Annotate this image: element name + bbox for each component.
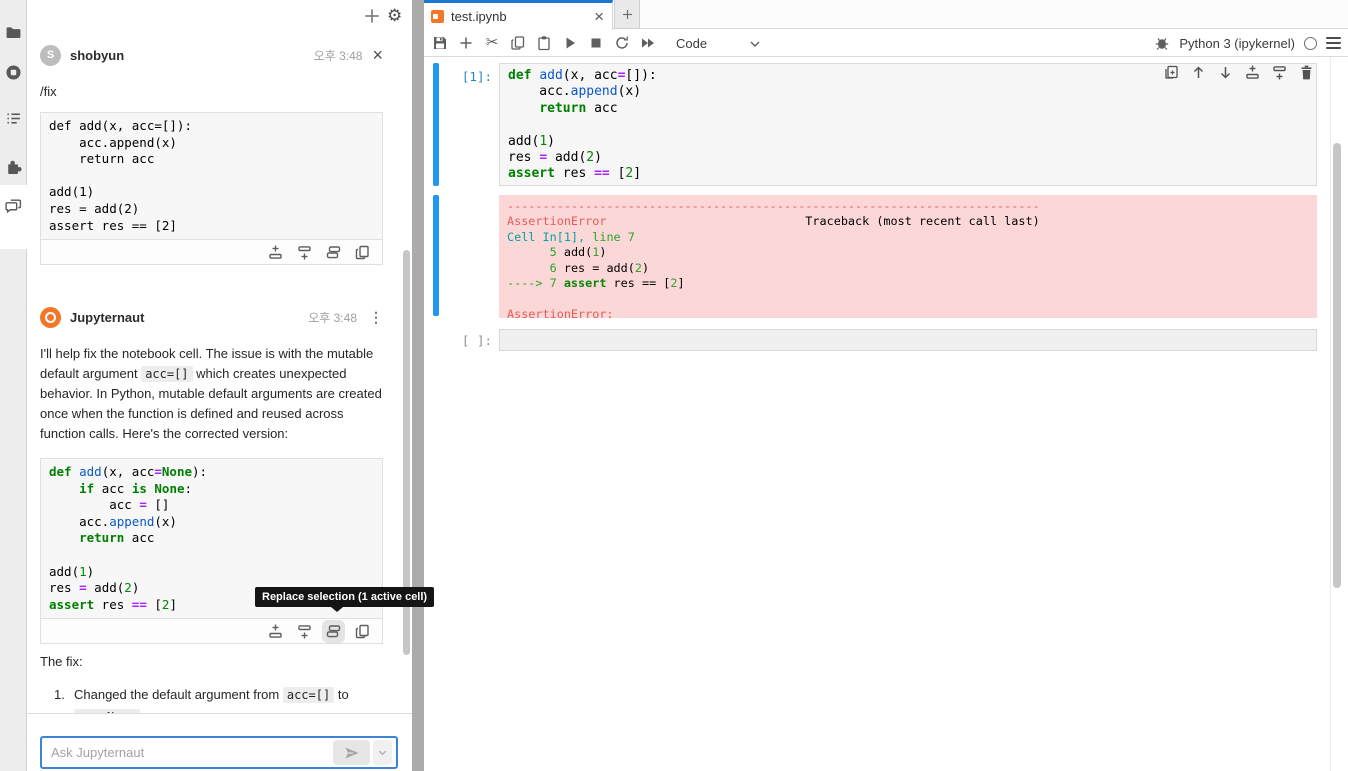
move-down-icon[interactable] [1217, 64, 1234, 81]
send-options-chevron-icon[interactable] [373, 740, 392, 765]
move-up-icon[interactable] [1190, 64, 1207, 81]
send-button[interactable] [333, 740, 370, 765]
list-item-text: Changed the default argument from acc=[]… [74, 684, 383, 713]
tab-title: test.ipynb [451, 9, 507, 24]
message-time: 오후 3:48 [314, 47, 363, 64]
chat-input-box [40, 736, 398, 769]
stop-kernel-icon[interactable] [588, 35, 604, 51]
scrollbar-track-edge [1330, 57, 1331, 771]
save-icon[interactable] [432, 35, 448, 51]
insert-below-icon[interactable] [296, 244, 313, 261]
empty-prompt: [ ]: [424, 333, 492, 348]
kernel-controls: Python 3 (ipykernel) [1154, 35, 1348, 51]
run-cell-icon[interactable] [562, 35, 578, 51]
copy-cells-icon[interactable] [510, 35, 526, 51]
copy-icon[interactable] [354, 244, 371, 261]
extension-manager-icon[interactable] [5, 158, 22, 175]
fix-list-item: 1. Changed the default argument from acc… [54, 684, 383, 713]
activity-sidebar [0, 0, 27, 771]
cell-type-chevron-icon[interactable] [749, 37, 761, 49]
notebook-file-icon [431, 10, 444, 23]
insert-above-icon[interactable] [267, 623, 284, 640]
close-icon[interactable]: × [372, 48, 383, 62]
delete-cell-icon[interactable] [1298, 64, 1315, 81]
insert-cell-icon[interactable] [458, 35, 474, 51]
list-marker: 1. [54, 684, 74, 713]
running-kernels-icon[interactable] [5, 64, 22, 81]
code-content: def add(x, acc=[]): acc.append(x) return… [41, 113, 382, 239]
sidebar-active-segment [0, 185, 27, 249]
kernel-status-icon[interactable] [1304, 37, 1317, 50]
insert-above-icon[interactable] [1244, 64, 1261, 81]
chat-input-area [28, 713, 412, 771]
replace-selection-icon[interactable] [325, 623, 342, 640]
cell-hover-toolbar [1163, 64, 1315, 81]
kebab-menu-icon[interactable]: ⋮ [369, 309, 383, 326]
insert-above-icon[interactable] [267, 244, 284, 261]
notebook-scrollbar[interactable] [1333, 143, 1341, 588]
assistant-code-block: def add(x, acc=None): if acc is None: ac… [40, 458, 383, 644]
user-message-header: S shobyun 오후 3:48 × [40, 44, 383, 66]
assistant-intro-text: I'll help fix the notebook cell. The iss… [40, 344, 383, 444]
hamburger-menu-icon[interactable] [1326, 37, 1341, 49]
copy-icon[interactable] [354, 623, 371, 640]
duplicate-cell-icon[interactable] [1163, 64, 1180, 81]
assistant-message-header: Jupyternaut 오후 3:48 ⋮ [40, 306, 383, 328]
tab-bar: test.ipynb × [424, 0, 1348, 29]
notebook-panel: test.ipynb × ✂ Code [424, 0, 1348, 771]
code-cell-input[interactable]: def add(x, acc=[]): acc.append(x) return… [499, 63, 1317, 186]
author-name: Jupyternaut [70, 310, 144, 325]
restart-run-all-icon[interactable] [640, 35, 656, 51]
jupyternaut-chat-panel: ⚙ S shobyun 오후 3:48 × /fix def add(x, ac… [28, 0, 412, 771]
error-output: ----------------------------------------… [499, 195, 1317, 318]
cell-type-select[interactable]: Code [676, 36, 707, 51]
user-code-block: def add(x, acc=[]): acc.append(x) return… [40, 112, 383, 265]
code-block-toolbar [41, 618, 382, 643]
restart-kernel-icon[interactable] [614, 35, 630, 51]
new-tab-button[interactable] [614, 0, 640, 29]
notebook-toolbar: ✂ Code Python 3 (ipyker [424, 30, 1348, 57]
message-time: 오후 3:48 [308, 309, 357, 326]
jupyternaut-avatar [40, 307, 61, 328]
execution-prompt: [1]: [424, 69, 492, 84]
ask-jupyternaut-input[interactable] [42, 745, 333, 760]
avatar: S [40, 45, 61, 66]
panel-divider[interactable] [412, 0, 424, 771]
kernel-name[interactable]: Python 3 (ipykernel) [1179, 36, 1295, 51]
author-name: shobyun [70, 48, 124, 63]
cell-code: def add(x, acc=[]): acc.append(x) return… [500, 64, 1316, 187]
chat-icon[interactable] [5, 197, 22, 214]
replace-selection-icon[interactable] [325, 244, 342, 261]
debugger-bug-icon[interactable] [1154, 35, 1170, 51]
paste-cells-icon[interactable] [536, 35, 552, 51]
insert-below-icon[interactable] [296, 623, 313, 640]
cut-cells-icon[interactable]: ✂ [484, 35, 500, 51]
file-browser-icon[interactable] [5, 24, 22, 41]
assistant-outro-text: The fix: [40, 652, 383, 672]
output-collapser[interactable] [433, 195, 439, 316]
code-block-toolbar [41, 239, 382, 264]
user-command: /fix [40, 82, 383, 102]
tab-close-icon[interactable]: × [594, 11, 604, 23]
tooltip: Replace selection (1 active cell) [255, 587, 434, 607]
table-of-contents-icon[interactable] [5, 110, 22, 127]
insert-below-icon[interactable] [1271, 64, 1288, 81]
empty-code-cell[interactable] [499, 329, 1317, 351]
tab-test-ipynb[interactable]: test.ipynb × [424, 0, 613, 30]
